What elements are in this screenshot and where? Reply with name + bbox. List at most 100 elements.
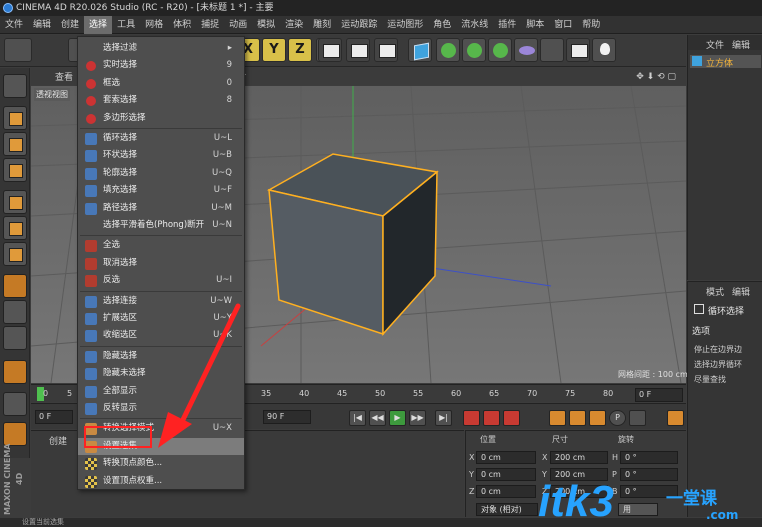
camera-button[interactable]: [566, 38, 590, 62]
select-menu-item[interactable]: 轮廓选择 U~Q: [78, 165, 244, 182]
go-to-end-button[interactable]: ▶|: [435, 410, 452, 426]
menu-4[interactable]: 工具: [112, 16, 140, 34]
select-menu-item[interactable]: 选择过滤 ▸: [78, 40, 244, 57]
select-menu-item[interactable]: 全选: [78, 237, 244, 254]
menu-13[interactable]: 运动图形: [382, 16, 428, 34]
object-manager-menu-edit[interactable]: 编辑: [732, 38, 750, 51]
record-point-level-button[interactable]: [629, 410, 646, 426]
make-editable-button[interactable]: [3, 74, 27, 98]
attribute-option[interactable]: 停止在边界边: [694, 344, 742, 355]
end-frame-field[interactable]: 90 F: [263, 410, 311, 424]
menu-16[interactable]: 插件: [493, 16, 521, 34]
workplane-mode-button[interactable]: [3, 158, 27, 182]
go-to-start-button[interactable]: |◀: [349, 410, 366, 426]
edges-mode-button[interactable]: [3, 216, 27, 240]
lock-y-axis-button[interactable]: Y: [262, 38, 286, 62]
record-scale-button[interactable]: [569, 410, 586, 426]
menu-14[interactable]: 角色: [428, 16, 456, 34]
deformer-button[interactable]: [514, 38, 538, 62]
texture-mode-button[interactable]: [3, 132, 27, 156]
material-menu-create[interactable]: 创建: [49, 434, 67, 447]
coords-rot-axis-0: H: [612, 453, 619, 462]
attribute-option[interactable]: 选择边界循环: [694, 359, 742, 370]
model-mode-button[interactable]: [3, 106, 27, 130]
viewport-menu-view[interactable]: 查看: [49, 70, 79, 83]
menu-2[interactable]: 创建: [56, 16, 84, 34]
menu-5[interactable]: 网格: [140, 16, 168, 34]
attribute-option[interactable]: 尽量查找: [694, 374, 726, 385]
pen-spline-button[interactable]: [436, 38, 460, 62]
previous-key-button[interactable]: ◀◀: [369, 410, 386, 426]
grid-spacing-readout: 网格间距 : 100 cm: [618, 370, 688, 379]
select-menu-item[interactable]: 循环选择 U~L: [78, 130, 244, 147]
coords-pos-0[interactable]: 0 cm: [476, 451, 536, 464]
subdivision-surface-button[interactable]: [462, 38, 486, 62]
play-button[interactable]: ▶: [389, 410, 406, 426]
menu-17[interactable]: 脚本: [521, 16, 549, 34]
render-view-button[interactable]: [318, 38, 342, 62]
undo-button[interactable]: [4, 38, 32, 62]
object-manager-menu-file[interactable]: 文件: [706, 38, 724, 51]
enable-axis-button[interactable]: [3, 274, 27, 298]
menu-3[interactable]: 选择: [84, 15, 113, 34]
coords-size-0[interactable]: 200 cm: [550, 451, 608, 464]
menu-7[interactable]: 捕捉: [196, 16, 224, 34]
attribute-menu-mode[interactable]: 模式: [706, 285, 724, 298]
select-menu-item[interactable]: 设置顶点权重...: [78, 473, 244, 490]
select-menu-item[interactable]: 转换顶点颜色...: [78, 455, 244, 472]
menu-11[interactable]: 雕刻: [308, 16, 336, 34]
select-menu-item[interactable]: 反选 U~I: [78, 272, 244, 289]
record-parameter-button[interactable]: P: [609, 410, 626, 426]
coords-rot-0[interactable]: 0 °: [620, 451, 678, 464]
magnet-snap-button[interactable]: [3, 360, 27, 384]
points-mode-button[interactable]: [3, 190, 27, 214]
menu-6[interactable]: 体积: [168, 16, 196, 34]
coords-mode-select[interactable]: 对象 (相对): [476, 503, 538, 516]
cube-object-button[interactable]: [408, 38, 432, 62]
menu-18[interactable]: 窗口: [549, 16, 577, 34]
current-frame-field[interactable]: 0 F: [635, 388, 683, 402]
floor-button[interactable]: [540, 38, 564, 62]
record-active-objects-button[interactable]: [463, 410, 480, 426]
record-rotation-button[interactable]: [589, 410, 606, 426]
selection-brush-icon: [86, 78, 96, 89]
menu-1[interactable]: 编辑: [28, 16, 56, 34]
select-menu-item[interactable]: 选择平滑着色(Phong)断开 U~N: [78, 217, 244, 234]
polygons-mode-button[interactable]: [3, 242, 27, 266]
motion-record-button[interactable]: [667, 410, 684, 426]
object-name[interactable]: 立方体: [706, 56, 733, 69]
menu-12[interactable]: 运动跟踪: [336, 16, 382, 34]
menu-0[interactable]: 文件: [0, 16, 28, 34]
menu-10[interactable]: 渲染: [280, 16, 308, 34]
attribute-menu-edit[interactable]: 编辑: [732, 285, 750, 298]
menu-19[interactable]: 帮助: [577, 16, 605, 34]
select-menu-item[interactable]: 环状选择 U~B: [78, 147, 244, 164]
menu-15[interactable]: 流水线: [456, 16, 493, 34]
keyframe-selection-button[interactable]: [503, 410, 520, 426]
select-menu-item[interactable]: 实时选择 9: [78, 57, 244, 74]
record-position-button[interactable]: [549, 410, 566, 426]
lock-workplane-button[interactable]: [3, 392, 27, 416]
select-menu-item[interactable]: 多边形选择: [78, 110, 244, 127]
autokeying-button[interactable]: [483, 410, 500, 426]
select-menu-item[interactable]: 取消选择: [78, 255, 244, 272]
menu-8[interactable]: 动画: [224, 16, 252, 34]
coords-pos-2[interactable]: 0 cm: [476, 485, 536, 498]
select-menu-item[interactable]: 套索选择 8: [78, 92, 244, 109]
array-generator-button[interactable]: [488, 38, 512, 62]
tweak-mode-button[interactable]: [3, 300, 27, 324]
viewport-nav-icons[interactable]: ✥ ⬇ ⟲ ▢: [630, 72, 682, 82]
menu-9[interactable]: 模拟: [252, 16, 280, 34]
object-row-cube[interactable]: 立方体: [690, 55, 761, 69]
render-picture-viewer-button[interactable]: [346, 38, 370, 62]
coords-pos-1[interactable]: 0 cm: [476, 468, 536, 481]
select-menu-item[interactable]: 路径选择 U~M: [78, 200, 244, 217]
render-settings-button[interactable]: [374, 38, 398, 62]
select-menu-item[interactable]: 填充选择 U~F: [78, 182, 244, 199]
next-key-button[interactable]: ▶▶: [409, 410, 426, 426]
lock-z-axis-button[interactable]: Z: [288, 38, 312, 62]
start-frame-field[interactable]: 0 F: [35, 410, 73, 424]
light-bulb-button[interactable]: [592, 38, 616, 62]
select-menu-item[interactable]: 框选 0: [78, 75, 244, 92]
snap-button[interactable]: [3, 326, 27, 350]
